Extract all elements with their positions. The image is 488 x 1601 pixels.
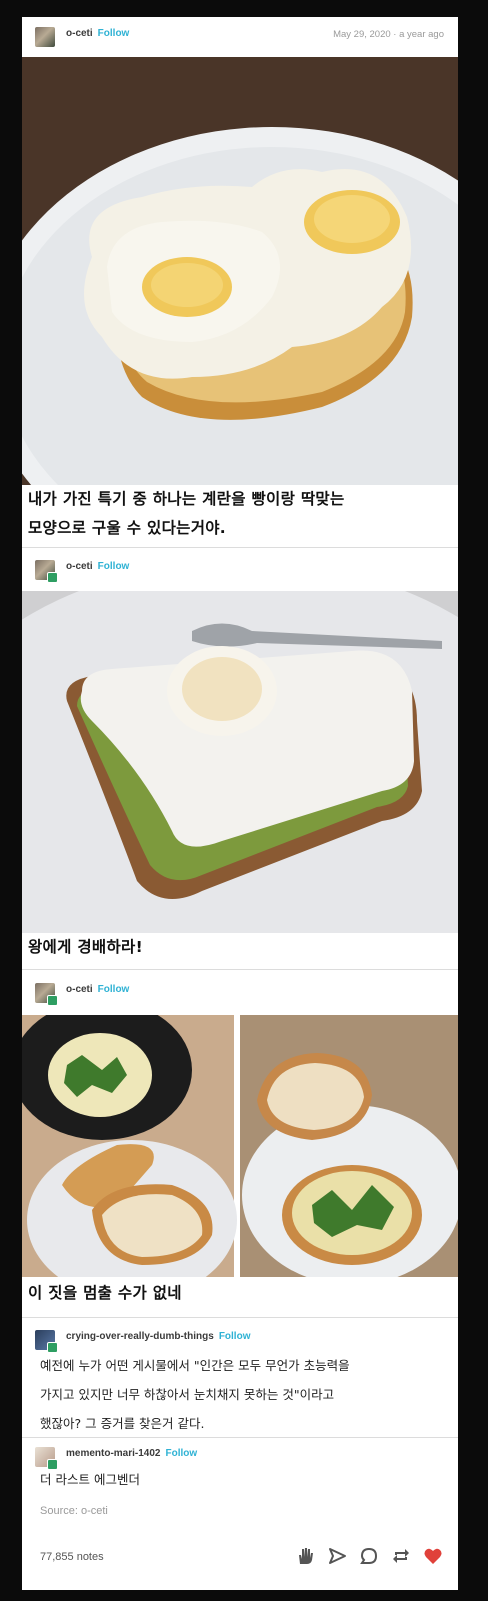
reply-line: 예전에 누가 어떤 게시물에서 "인간은 모두 무언가 초능력을 — [40, 1358, 350, 1373]
share-icon[interactable] — [326, 1545, 348, 1567]
post-caption: 내가 가진 특기 중 하나는 계란을 빵이랑 딱맞는 모양으로 구울 수 있다는… — [28, 485, 345, 543]
divider — [22, 969, 458, 970]
caption-line: 모양으로 구울 수 있다는거야. — [28, 519, 226, 537]
croissant-egg-image — [22, 1015, 458, 1277]
hand-icon[interactable] — [294, 1545, 316, 1567]
post-source[interactable]: Source: o-ceti — [40, 1505, 108, 1517]
post-header: o-ceti Follow — [22, 550, 458, 588]
username-row: o-ceti Follow — [66, 561, 129, 572]
username[interactable]: memento-mari-1402 — [66, 1448, 160, 1459]
reply-body: 더 라스트 에그벤더 — [40, 1465, 140, 1494]
comment-icon[interactable] — [358, 1545, 380, 1567]
notes-count[interactable]: 77,855 notes — [40, 1551, 104, 1563]
photo-croissant-egg — [22, 1015, 458, 1277]
heart-icon[interactable] — [422, 1545, 444, 1567]
username-row: o-ceti Follow — [66, 984, 129, 995]
avatar[interactable] — [35, 983, 58, 1006]
reply-line: 했잖아? 그 증거를 찾은거 같다. — [40, 1416, 205, 1431]
avatar[interactable] — [35, 1447, 58, 1470]
post-header: o-ceti Follow May 29, 2020 · a year ago — [22, 17, 458, 55]
post-caption: 왕에게 경배하라! — [28, 933, 143, 962]
username-row: crying-over-really-dumb-things Follow — [66, 1331, 250, 1342]
reblog-icon[interactable] — [390, 1545, 412, 1567]
follow-button[interactable]: Follow — [219, 1331, 251, 1342]
post-date: May 29, 2020 · a year ago — [333, 29, 444, 40]
post-actions — [294, 1541, 444, 1571]
follow-button[interactable]: Follow — [98, 28, 130, 39]
avatar[interactable] — [35, 560, 58, 583]
caption-line: 내가 가진 특기 중 하나는 계란을 빵이랑 딱맞는 — [28, 490, 345, 508]
username[interactable]: o-ceti — [66, 561, 93, 572]
photo-egg-toast-2 — [22, 591, 458, 933]
photo-egg-toast-1 — [22, 57, 458, 485]
divider — [22, 1317, 458, 1318]
caption-line: 왕에게 경배하라! — [28, 938, 143, 956]
avatar[interactable] — [35, 27, 55, 47]
follow-button[interactable]: Follow — [98, 984, 130, 995]
post-header: o-ceti Follow — [22, 973, 458, 1011]
username-row: memento-mari-1402 Follow — [66, 1448, 197, 1459]
follow-button[interactable]: Follow — [98, 561, 130, 572]
tumblr-post-card: o-ceti Follow May 29, 2020 · a year ago 내… — [22, 17, 458, 1590]
post-caption: 이 짓을 멈출 수가 없네 — [28, 1279, 182, 1308]
follow-button[interactable]: Follow — [165, 1448, 197, 1459]
badge-icon — [47, 995, 58, 1006]
divider — [22, 547, 458, 548]
avatar[interactable] — [35, 1330, 58, 1353]
reply-body: 예전에 누가 어떤 게시물에서 "인간은 모두 무언가 초능력을 가지고 있지만… — [40, 1351, 350, 1438]
reply-line: 더 라스트 에그벤더 — [40, 1472, 140, 1487]
username[interactable]: crying-over-really-dumb-things — [66, 1331, 214, 1342]
username[interactable]: o-ceti — [66, 28, 93, 39]
egg-avocado-toast-image — [22, 591, 458, 933]
reply-line: 가지고 있지만 너무 하찮아서 눈치채지 못하는 것"이라고 — [40, 1387, 335, 1402]
username-row: o-ceti Follow — [66, 28, 129, 39]
egg-toast-image — [22, 57, 458, 485]
badge-icon — [47, 572, 58, 583]
caption-line: 이 짓을 멈출 수가 없네 — [28, 1284, 182, 1302]
username[interactable]: o-ceti — [66, 984, 93, 995]
